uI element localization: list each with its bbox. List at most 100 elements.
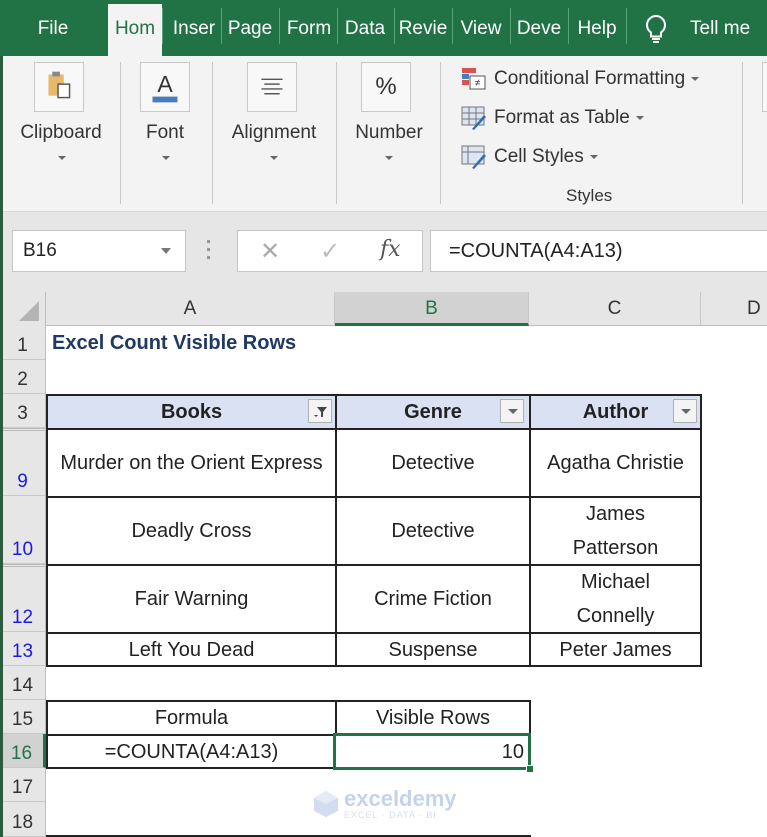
result-header-formula[interactable]: Formula — [46, 700, 337, 736]
number-button[interactable]: % — [361, 62, 411, 112]
font-button[interactable]: A — [140, 62, 190, 112]
font-color-icon: A — [152, 71, 178, 103]
table-cell-genre[interactable]: Suspense — [335, 632, 531, 667]
table-cell-author[interactable]: Michael Connelly — [529, 564, 702, 634]
tab-separator — [162, 8, 163, 44]
table-cell-author[interactable]: Agatha Christie — [529, 428, 702, 498]
name-box-value: B16 — [23, 240, 57, 261]
row-header-17[interactable]: 17 — [0, 768, 46, 802]
row-header-13[interactable]: 13 — [0, 632, 46, 666]
filter-button-books[interactable] — [308, 399, 332, 423]
table-cell-genre[interactable]: Detective — [335, 496, 531, 566]
tab-view[interactable]: View — [455, 4, 507, 56]
tab-separator — [279, 8, 280, 44]
table-cell-author[interactable]: James Patterson — [529, 496, 702, 566]
sheet-title-cell[interactable]: Excel Count Visible Rows — [52, 326, 296, 360]
format-as-table-button[interactable]: Format as Table — [460, 103, 644, 133]
cell-styles-button[interactable]: Cell Styles — [460, 142, 598, 172]
exceldemy-watermark: exceldemy EXCEL · DATA · BI — [312, 788, 457, 820]
tab-separator — [452, 8, 453, 44]
row-header-10[interactable]: 10 — [0, 496, 46, 564]
cell-styles-label: Cell Styles — [494, 146, 584, 167]
ribbon-separator — [212, 62, 213, 204]
select-all-button[interactable] — [0, 292, 46, 326]
insert-function-icon[interactable]: fx — [380, 237, 401, 262]
enter-icon[interactable]: ✓ — [320, 237, 340, 266]
clipboard-button[interactable] — [34, 62, 84, 112]
column-header-row: A B C D — [0, 292, 767, 326]
header-label: Books — [160, 401, 223, 423]
ribbon-separator — [742, 62, 743, 204]
clipboard-caret-icon[interactable] — [58, 156, 66, 160]
table-cell-genre[interactable]: Detective — [335, 428, 531, 498]
filter-button-genre[interactable] — [500, 399, 524, 423]
column-header-a[interactable]: A — [46, 292, 335, 326]
conditional-formatting-icon: ≠ — [462, 68, 486, 90]
column-header-d[interactable]: D — [701, 292, 767, 326]
row-number: 9 — [17, 471, 28, 492]
tab-developer[interactable]: Deve — [513, 4, 565, 56]
tab-review[interactable]: Revie — [397, 4, 449, 56]
row-header-16[interactable]: 16 — [0, 734, 46, 768]
clipboard-group-label[interactable]: Clipboard — [16, 122, 106, 144]
conditional-formatting-label: Conditional Formatting — [494, 68, 686, 89]
cancel-icon[interactable]: ✕ — [260, 237, 280, 266]
tab-insert[interactable]: Inser — [166, 4, 222, 56]
name-box-dropdown-icon[interactable] — [161, 248, 171, 254]
result-header-visible-rows[interactable]: Visible Rows — [335, 700, 531, 736]
ribbon-separator — [336, 62, 337, 204]
row-header-9[interactable]: 9 — [0, 428, 46, 496]
table-cell-author[interactable]: Peter James — [529, 632, 702, 667]
table-cell-book[interactable]: Deadly Cross — [46, 496, 337, 566]
watermark-tagline: EXCEL · DATA · BI — [344, 810, 437, 820]
tab-home[interactable]: Hom — [108, 4, 162, 56]
conditional-formatting-button[interactable]: ≠ Conditional Formatting — [460, 64, 700, 94]
formula-input[interactable]: =COUNTA(A4:A13) — [430, 230, 767, 272]
alignment-caret-icon[interactable] — [270, 156, 278, 160]
row-header-14[interactable]: 14 — [0, 666, 46, 700]
row-header-12[interactable]: 12 — [0, 564, 46, 632]
window-edge — [0, 56, 3, 837]
font-caret-icon[interactable] — [162, 156, 170, 160]
formula-bar-resize-handle[interactable] — [207, 240, 211, 262]
tab-separator — [221, 8, 222, 44]
fill-handle[interactable] — [526, 765, 534, 773]
number-group-label[interactable]: Number — [350, 122, 428, 144]
row-number: 16 — [10, 743, 33, 764]
row-header-3[interactable]: 3 — [0, 394, 46, 428]
number-caret-icon[interactable] — [385, 156, 393, 160]
table-cell-book[interactable]: Murder on the Orient Express — [46, 428, 337, 498]
svg-text:A: A — [157, 71, 173, 97]
row-header-15[interactable]: 15 — [0, 700, 46, 734]
cells-group-button[interactable] — [762, 62, 767, 112]
alignment-group-label[interactable]: Alignment — [224, 122, 324, 144]
font-group-label[interactable]: Font — [130, 122, 200, 144]
row-header-1[interactable]: 1 — [0, 326, 46, 360]
filter-button-author[interactable] — [673, 399, 697, 423]
table-cell-book[interactable]: Fair Warning — [46, 564, 337, 634]
tab-separator — [626, 8, 627, 44]
lightbulb-icon[interactable] — [643, 14, 669, 44]
tab-file[interactable]: File — [20, 4, 86, 56]
tab-formulas[interactable]: Form — [282, 4, 336, 56]
alignment-button[interactable] — [247, 62, 297, 112]
row-number: 18 — [11, 812, 34, 833]
column-header-b[interactable]: B — [335, 292, 529, 326]
percent-icon: % — [375, 73, 397, 100]
table-header-books[interactable]: Books — [46, 394, 337, 430]
row-header-18[interactable]: 18 — [0, 802, 46, 837]
tab-data[interactable]: Data — [340, 4, 390, 56]
table-cell-book[interactable]: Left You Dead — [46, 632, 337, 667]
column-header-c[interactable]: C — [529, 292, 701, 326]
svg-text:≠: ≠ — [475, 78, 481, 89]
result-formula-text[interactable]: =COUNTA(A4:A13) — [46, 734, 337, 769]
table-cell-genre[interactable]: Crime Fiction — [335, 564, 531, 634]
tell-me-search[interactable]: Tell me — [690, 4, 750, 54]
row-number: 10 — [11, 539, 34, 560]
tab-help[interactable]: Help — [571, 4, 623, 56]
name-box[interactable]: B16 — [12, 230, 186, 272]
row-header-2[interactable]: 2 — [0, 360, 46, 394]
tab-page-layout[interactable]: Page — [224, 4, 276, 56]
active-cell-b16[interactable]: 10 — [333, 733, 531, 770]
conditional-formatting-caret-icon — [691, 77, 700, 81]
